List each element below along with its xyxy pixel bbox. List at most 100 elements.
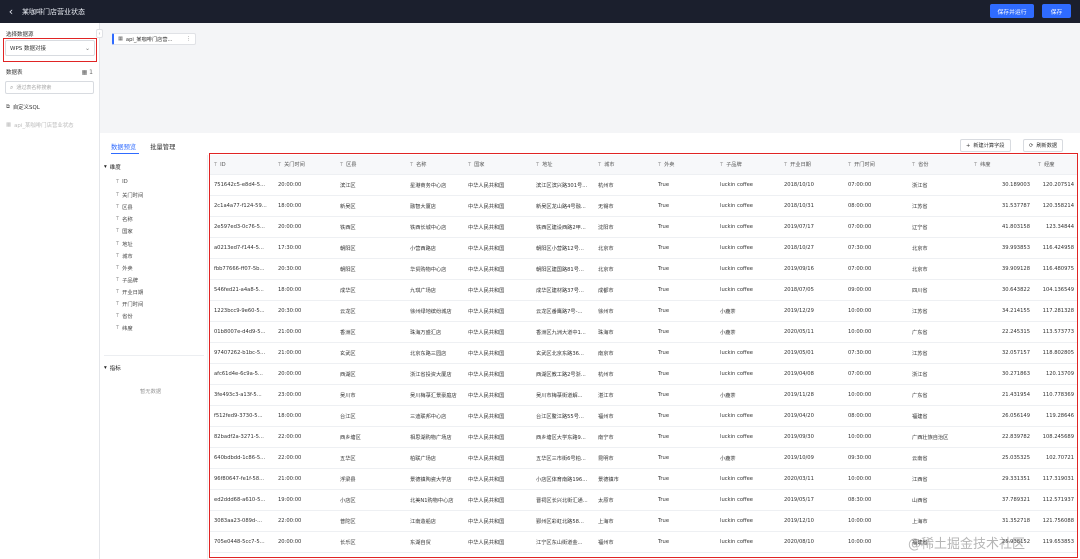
column-header[interactable]: T 外卖 <box>654 155 716 174</box>
table-search-input[interactable]: ⌕ 通过表名称搜索 <box>5 81 94 94</box>
text-type-icon: T <box>974 161 978 168</box>
field-item[interactable]: T 关门时间 <box>116 191 143 199</box>
field-item[interactable]: T 开业日期 <box>116 288 143 296</box>
dimension-group[interactable]: ▾ 维度 <box>104 163 121 171</box>
text-type-icon: T <box>116 240 120 247</box>
table-list-item[interactable]: ▦ api_某咖啡门店营业状态 <box>6 121 74 129</box>
table-cell: 朝阳区 <box>340 266 356 273</box>
custom-sql-item[interactable]: ⧉ 自定义SQL <box>6 103 40 112</box>
table-cell: 朝阳区小营路12号... <box>536 245 584 252</box>
save-run-button[interactable]: 保存并运行 <box>990 4 1034 18</box>
table-cell: True <box>658 287 670 293</box>
column-header[interactable]: T 子品牌 <box>716 155 780 174</box>
column-header[interactable]: T 开业日期 <box>780 155 844 174</box>
tab-data-preview[interactable]: 数据预览 <box>111 142 136 151</box>
column-header[interactable]: T ID <box>210 155 274 174</box>
field-label: 关门时间 <box>122 193 144 200</box>
field-item[interactable]: T ID <box>116 179 128 185</box>
table-cell: 广西壮族自治区 <box>912 434 949 441</box>
table-cell: True <box>658 539 670 545</box>
table-cell: 32.057157 <box>1001 350 1030 356</box>
field-item[interactable]: T 省份 <box>116 312 133 320</box>
datasource-select[interactable]: WPS 数据对接 ⌄ <box>5 40 95 56</box>
table-cell: 22:00:00 <box>278 455 302 461</box>
field-item[interactable]: T 子品牌 <box>116 276 138 284</box>
table-cell: 浙江省 <box>912 371 928 378</box>
column-header[interactable]: T 关门时间 <box>274 155 336 174</box>
table-cell: 121.756088 <box>1042 518 1074 524</box>
table-cell: 2019/05/17 <box>784 497 814 503</box>
table-cell: 中华人民共和国 <box>468 371 505 378</box>
field-item[interactable]: T 地址 <box>116 240 133 248</box>
field-item[interactable]: T 纬度 <box>116 324 133 332</box>
text-type-icon: T <box>116 204 120 211</box>
tab-bar: 数据预览 批量管理 <box>111 142 175 151</box>
table-row: 2e597ed3-0c76-5... 20:00:00 铁西区 铁西长城中心店 中华人民… <box>210 217 1078 238</box>
table-cell: 珠海万盛汇店 <box>410 329 442 336</box>
column-header[interactable]: T 城市 <box>594 155 654 174</box>
table-cell: 台江区 <box>340 413 356 420</box>
table-cell: 九琪广场店 <box>410 287 436 294</box>
more-icon[interactable]: ⋮ <box>186 36 191 42</box>
text-type-icon: T <box>848 161 852 168</box>
field-item[interactable]: T 城市 <box>116 252 133 260</box>
column-header[interactable]: T 开门时间 <box>844 155 908 174</box>
text-type-icon: T <box>116 252 120 259</box>
table-cell: 小鹿茶 <box>720 455 736 462</box>
field-item[interactable]: T 国家 <box>116 227 133 235</box>
table-cell: 117.319031 <box>1042 476 1074 482</box>
table-cell: 22:00:00 <box>278 518 302 524</box>
tab-batch-manage[interactable]: 批量管理 <box>150 142 175 151</box>
table-cell: 10:00:00 <box>848 329 872 335</box>
node-label: api_某咖啡门店营... <box>125 36 173 43</box>
new-calc-field-button[interactable]: + 新建计算字段 <box>960 139 1011 152</box>
table-icon[interactable]: ▦ <box>82 69 88 76</box>
table-cell: 铁西长城中心店 <box>410 224 447 231</box>
column-header-label: 子品牌 <box>726 162 742 168</box>
plus-icon: + <box>966 142 971 149</box>
column-header[interactable]: T 名称 <box>406 155 464 174</box>
back-icon[interactable]: ‹ <box>0 5 22 18</box>
refresh-button[interactable]: ⟳ 刷新数据 <box>1023 139 1064 152</box>
table-cell: 浮梁县 <box>340 476 356 483</box>
table-cell: 41.803158 <box>1001 224 1030 230</box>
column-header[interactable]: T 国家 <box>464 155 532 174</box>
field-item[interactable]: T 名称 <box>116 215 133 223</box>
table-cell: True <box>658 203 670 209</box>
table-row: f512fed9-3730-5... 18:00:00 台江区 三迪联邦中心店 中华人民… <box>210 406 1078 427</box>
table-cell: 640bdbdd-1c86-5... <box>214 455 266 461</box>
table-cell: 10:00:00 <box>848 308 872 314</box>
table-cell: 2020/03/11 <box>784 476 814 482</box>
column-header[interactable]: T 区县 <box>336 155 406 174</box>
table-cell: 小店区 <box>340 497 356 504</box>
column-header[interactable]: T 地址 <box>532 155 594 174</box>
table-cell: 广东省 <box>912 392 928 399</box>
table-cell: 705e0448-5cc7-5... <box>214 539 265 545</box>
table-node[interactable]: ▦ api_某咖啡门店营... ⋮ <box>112 33 196 45</box>
column-header[interactable]: T 纬度 <box>970 155 1034 174</box>
field-item[interactable]: T 开门时间 <box>116 300 143 308</box>
table-cell: 3fe493c3-a13f-5... <box>214 392 262 398</box>
text-type-icon: T <box>1038 161 1042 168</box>
table-cell: 120.207514 <box>1042 182 1074 188</box>
save-button[interactable]: 保存 <box>1042 4 1071 18</box>
table-cell: True <box>658 476 670 482</box>
metric-group[interactable]: ▾ 指标 <box>104 364 121 372</box>
table-cell: 116.480975 <box>1042 266 1074 272</box>
table-cell: 柏联广场店 <box>410 455 436 462</box>
field-item[interactable]: T 区县 <box>116 203 133 211</box>
table-cell: 21:00:00 <box>278 476 302 482</box>
collapse-sidebar-icon[interactable]: ‹ <box>96 29 103 38</box>
table-cell: 中华人民共和国 <box>468 203 505 210</box>
column-header[interactable]: T 经度 <box>1034 155 1078 174</box>
datasource-label: 选择数据源 <box>6 32 34 38</box>
table-cell: 湛江市 <box>598 392 614 399</box>
column-header[interactable]: T 省份 <box>908 155 970 174</box>
column-header-label: 纬度 <box>980 162 991 168</box>
table-row: 3fe493c3-a13f-5... 23:00:00 吴川市 吴川梅菉汇景豪庭店 中华… <box>210 385 1078 406</box>
text-type-icon: T <box>214 161 218 168</box>
field-item[interactable]: T 外卖 <box>116 264 133 272</box>
column-header-label: 省份 <box>918 162 929 168</box>
table-cell: f512fed9-3730-5... <box>214 413 263 419</box>
table-cell: 五华区三市街6号柏... <box>536 455 586 462</box>
